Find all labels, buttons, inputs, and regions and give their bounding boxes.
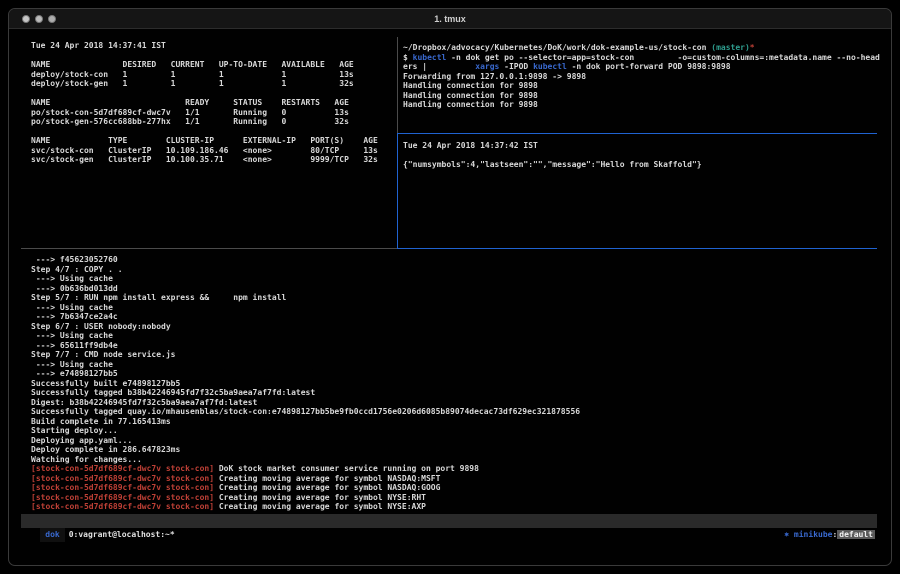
- terminal-line: [stock-con-5d7df689cf-dwc7v stock-con] C…: [31, 502, 885, 512]
- terminal-line: Step 7/7 : CMD node service.js: [31, 350, 885, 360]
- terminal-line: ---> Using cache: [31, 303, 885, 313]
- terminal-line: ---> f45623052760: [31, 255, 885, 265]
- terminal-line: [403, 151, 885, 161]
- terminal-line: ---> 7b6347ce2a4c: [31, 312, 885, 322]
- window-item[interactable]: 0:vagrant@localhost:~*: [65, 530, 175, 539]
- terminal-line: ---> Using cache: [31, 331, 885, 341]
- terminal-line: Digest: b38b42246945fd7f32c5ba9aea7af7fd…: [31, 398, 885, 408]
- terminal-line: ---> 65611ff9db4e: [31, 341, 885, 351]
- terminal-line: deploy/stock-con 1 1 1 1 13s: [31, 70, 395, 80]
- terminal-line: ---> Using cache: [31, 360, 885, 370]
- terminal-line: Deploy complete in 286.647823ms: [31, 445, 885, 455]
- terminal-line: NAME DESIRED CURRENT UP-TO-DATE AVAILABL…: [31, 60, 395, 70]
- terminal-window: 1. tmux Tue 24 Apr 2018 14:37:41 IST NAM…: [8, 8, 892, 566]
- terminal-line: NAME READY STATUS RESTARTS AGE: [31, 98, 395, 108]
- terminal-line: [stock-con-5d7df689cf-dwc7v stock-con] C…: [31, 483, 885, 493]
- terminal-line: Step 4/7 : COPY . .: [31, 265, 885, 275]
- pane-skaffold-log[interactable]: ---> f45623052760Step 4/7 : COPY . . ---…: [31, 255, 885, 513]
- terminal-line: Deploying app.yaml...: [31, 436, 885, 446]
- kube-context: minikube: [794, 530, 833, 539]
- pane-divider-vertical-active[interactable]: [397, 133, 398, 249]
- kube-namespace: default: [837, 530, 875, 539]
- pane-kubectl-watch[interactable]: Tue 24 Apr 2018 14:37:41 IST NAME DESIRE…: [31, 41, 395, 231]
- window-title: 1. tmux: [9, 14, 891, 24]
- pane-divider-vertical-top[interactable]: [397, 37, 398, 133]
- terminal-line: Watching for changes...: [31, 455, 885, 465]
- terminal-line: Step 5/7 : RUN npm install express && np…: [31, 293, 885, 303]
- terminal-line: svc/stock-gen ClusterIP 10.100.35.71 <no…: [31, 155, 395, 165]
- terminal-line: $ kubectl -n dok get po --selector=app=s…: [403, 53, 885, 63]
- terminal-line: [stock-con-5d7df689cf-dwc7v stock-con] D…: [31, 464, 885, 474]
- terminal-line: Tue 24 Apr 2018 14:37:41 IST: [31, 41, 395, 51]
- terminal-line: deploy/stock-gen 1 1 1 1 32s: [31, 79, 395, 89]
- kube-status: ⎈ minikube:default: [755, 514, 875, 528]
- pane-divider-horizontal-bottom-right[interactable]: [397, 248, 877, 249]
- terminal-line: po/stock-gen-576cc688bb-277hx 1/1 Runnin…: [31, 117, 395, 127]
- pane-service-response[interactable]: Tue 24 Apr 2018 14:37:42 IST {"numsymbol…: [403, 141, 885, 245]
- pane-port-forward[interactable]: ~/Dropbox/advocacy/Kubernetes/DoK/work/d…: [403, 43, 885, 131]
- terminal-line: ---> 0b636bd013dd: [31, 284, 885, 294]
- terminal-line: Successfully tagged b38b42246945fd7f32c5…: [31, 388, 885, 398]
- terminal-line: Starting deploy...: [31, 426, 885, 436]
- terminal-line: Successfully built e74898127bb5: [31, 379, 885, 389]
- terminal-line: NAME TYPE CLUSTER-IP EXTERNAL-IP PORT(S)…: [31, 136, 395, 146]
- terminal-line: ---> Using cache: [31, 274, 885, 284]
- terminal-line: Handling connection for 9898: [403, 81, 885, 91]
- window-titlebar: 1. tmux: [9, 9, 891, 29]
- terminal-line: Build complete in 77.165413ms: [31, 417, 885, 427]
- terminal-line: [stock-con-5d7df689cf-dwc7v stock-con] C…: [31, 474, 885, 484]
- terminal-line: [31, 127, 395, 137]
- pane-divider-horizontal-right[interactable]: [397, 133, 877, 134]
- terminal-line: svc/stock-con ClusterIP 10.109.186.46 <n…: [31, 146, 395, 156]
- tmux-status-bar: dok0:vagrant@localhost:~* ⎈ minikube:def…: [21, 514, 877, 528]
- terminal-line: Tue 24 Apr 2018 14:37:42 IST: [403, 141, 885, 151]
- terminal-line: Step 6/7 : USER nobody:nobody: [31, 322, 885, 332]
- terminal-line: ers | xargs -IPOD kubectl -n dok port-fo…: [403, 62, 885, 72]
- session-name: dok: [40, 528, 64, 542]
- terminal-line: [stock-con-5d7df689cf-dwc7v stock-con] C…: [31, 493, 885, 503]
- pane-divider-horizontal-bottom-left[interactable]: [21, 248, 397, 249]
- terminal-line: Handling connection for 9898: [403, 100, 885, 110]
- kubernetes-helm-icon: ⎈: [784, 530, 794, 539]
- terminal-line: ~/Dropbox/advocacy/Kubernetes/DoK/work/d…: [403, 43, 885, 53]
- terminal-line: Successfully tagged quay.io/mhausenblas/…: [31, 407, 885, 417]
- terminal-line: [31, 51, 395, 61]
- terminal-line: Forwarding from 127.0.0.1:9898 -> 9898: [403, 72, 885, 82]
- terminal-line: Handling connection for 9898: [403, 91, 885, 101]
- terminal-line: [31, 89, 395, 99]
- terminal-line: po/stock-con-5d7df689cf-dwc7v 1/1 Runnin…: [31, 108, 395, 118]
- terminal-line: ---> e74898127bb5: [31, 369, 885, 379]
- terminal-line: {"numsymbols":4,"lastseen":"","message":…: [403, 160, 885, 170]
